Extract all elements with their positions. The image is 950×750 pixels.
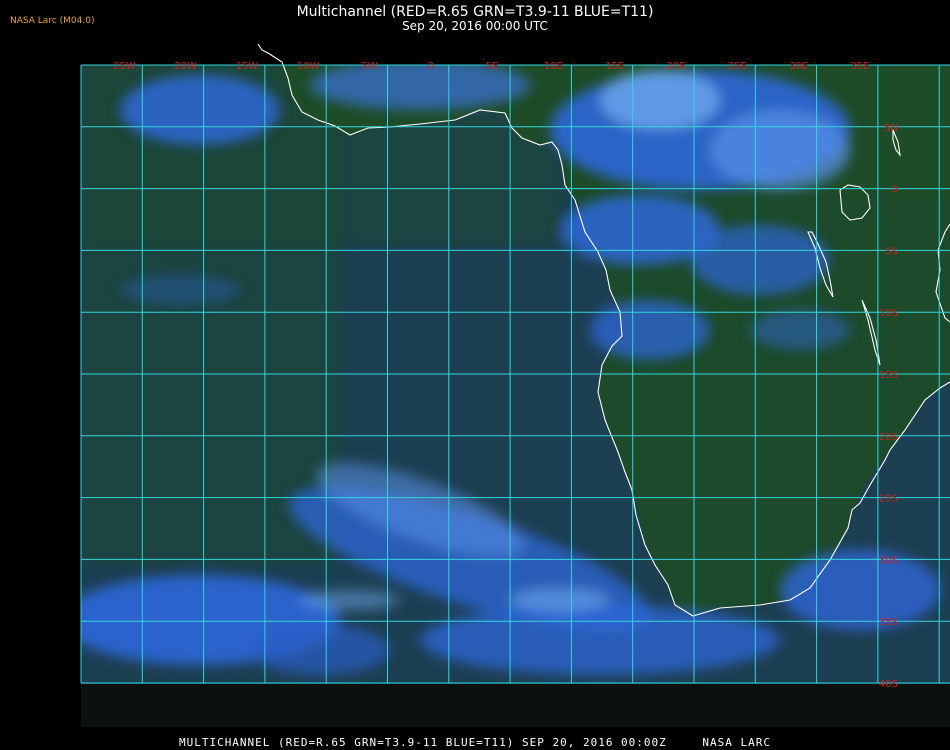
lon-label: 35E xyxy=(850,61,869,72)
lat-label: 0 xyxy=(892,185,898,196)
footer-caption: MULTICHANNEL (RED=R.65 GRN=T3.9-11 BLUE=… xyxy=(0,736,950,749)
lon-label: 0 xyxy=(428,61,434,72)
lat-label: 10S xyxy=(879,308,898,319)
lon-label: 10E xyxy=(544,61,563,72)
lon-label: 25E xyxy=(728,61,747,72)
lon-label: 10W xyxy=(297,61,320,72)
lon-label: 20W xyxy=(174,61,197,72)
satellite-map: 25W 20W 15W 10W 5W 0 5E 10E 15E 20E 25E 30E 35E 5N 0 5S… xyxy=(80,43,950,727)
lat-label: 25S xyxy=(879,494,898,505)
footer-credit: NASA LARC xyxy=(702,736,772,749)
lon-label: 5W xyxy=(361,61,377,72)
lat-label: 35S xyxy=(879,617,898,628)
lon-label: 30E xyxy=(789,61,808,72)
lat-label: 5S xyxy=(885,246,898,257)
lon-label: 5E xyxy=(486,61,499,72)
lon-label: 20E xyxy=(666,61,685,72)
lon-label: 15E xyxy=(605,61,624,72)
lat-label: 20S xyxy=(879,432,898,443)
no-data-band xyxy=(81,684,950,727)
lon-label: 15W xyxy=(236,61,259,72)
lat-label: 40S xyxy=(879,679,898,690)
lat-label: 15S xyxy=(879,370,898,381)
lat-label: 5N xyxy=(884,123,898,134)
lon-label: 25W xyxy=(113,61,136,72)
footer-product: MULTICHANNEL (RED=R.65 GRN=T3.9-11 BLUE=… xyxy=(178,736,667,749)
lat-label: 30S xyxy=(879,555,898,566)
